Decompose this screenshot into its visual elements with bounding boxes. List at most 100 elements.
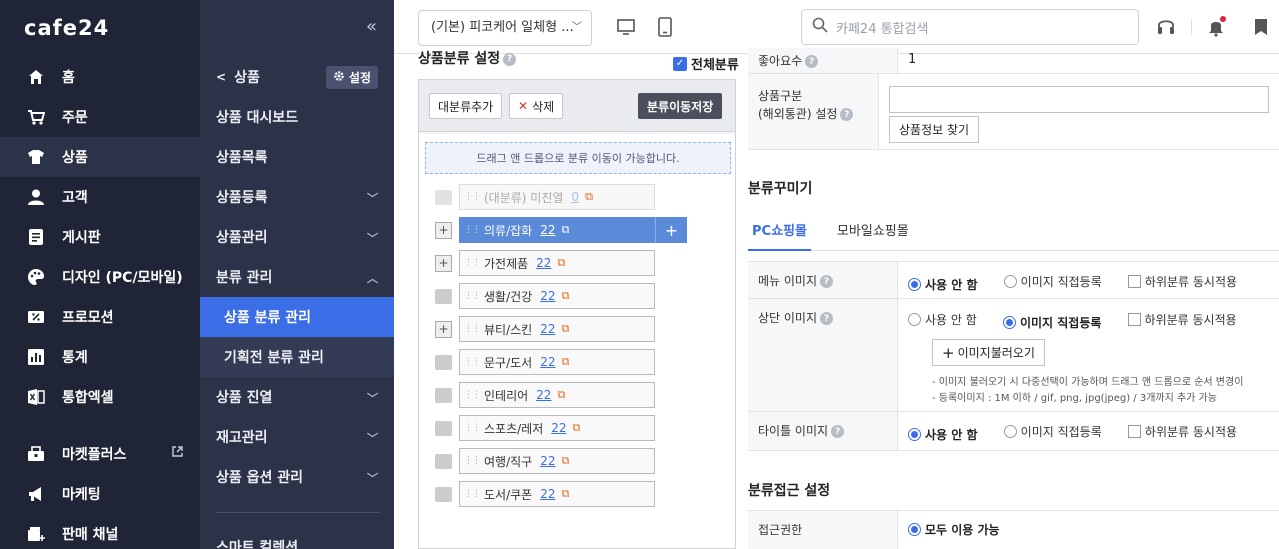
sub-nav-category[interactable]: 분류 관리 ︿: [200, 257, 394, 297]
expand-plus-icon[interactable]: +: [435, 254, 452, 272]
save-category-move-button[interactable]: 분류이동저장: [638, 93, 723, 119]
nav-marketing[interactable]: 마케팅: [0, 474, 200, 514]
sub-nav-register[interactable]: 상품등록 ﹀: [200, 177, 394, 217]
pc-monitor-icon[interactable]: [616, 17, 636, 41]
category-count-link[interactable]: 0: [571, 190, 579, 204]
drag-handle-icon[interactable]: ⋮⋮: [464, 456, 481, 466]
drag-handle-icon[interactable]: ⋮⋮: [464, 357, 481, 367]
category-count-link[interactable]: 22: [540, 454, 555, 468]
tab-mobile-shop[interactable]: 모바일쇼핑몰: [833, 210, 913, 251]
tree-node[interactable]: ⋮⋮ (대분류) 미진열 0 ⧉: [435, 184, 655, 210]
category-node[interactable]: ⋮⋮ 문구/도서 22 ⧉: [459, 349, 655, 375]
top-image-none-radio[interactable]: 사용 안 함: [908, 311, 977, 328]
category-node[interactable]: ⋮⋮ 스포츠/레저 22 ⧉: [459, 415, 655, 441]
help-icon[interactable]: ?: [820, 275, 834, 288]
mobile-phone-icon[interactable]: [656, 17, 674, 41]
nav-order[interactable]: 주문: [0, 97, 200, 137]
drag-handle-icon[interactable]: ⋮⋮: [464, 423, 481, 433]
search-input[interactable]: 카페24 통합검색: [836, 18, 928, 37]
category-count-link[interactable]: 22: [540, 355, 555, 369]
external-link-icon[interactable]: ⧉: [557, 256, 565, 270]
load-image-button[interactable]: + 이미지불러오기: [932, 339, 1045, 366]
sub-nav-product-category[interactable]: 상품 분류 관리: [200, 297, 394, 337]
expand-plus-icon[interactable]: +: [435, 221, 452, 239]
help-icon[interactable]: ?: [503, 52, 517, 66]
nav-excel[interactable]: 통합엑셀: [0, 377, 200, 417]
external-link-icon[interactable]: ⧉: [557, 388, 565, 402]
help-icon[interactable]: ?: [840, 108, 854, 121]
sub-nav-back[interactable]: < 상품 설정: [200, 57, 394, 97]
drag-handle-icon[interactable]: ⋮⋮: [464, 258, 481, 268]
title-image-direct-radio[interactable]: 이미지 직접등록: [1003, 423, 1102, 440]
title-image-none-radio[interactable]: 사용 안 함: [908, 426, 978, 443]
category-count-link[interactable]: 22: [536, 388, 551, 402]
nav-home[interactable]: 홈: [0, 57, 200, 97]
menu-image-sub-checkbox[interactable]: 하위분류 동시적용: [1127, 273, 1237, 290]
tab-pc-shop[interactable]: PC쇼핑몰: [748, 210, 811, 251]
external-link-icon[interactable]: ⧉: [562, 355, 570, 369]
sub-nav-stock[interactable]: 재고관리 ﹀: [200, 417, 394, 457]
tree-node[interactable]: ⋮⋮ 문구/도서 22 ⧉: [435, 349, 655, 375]
nav-board[interactable]: 게시판: [0, 217, 200, 257]
category-count-link[interactable]: 22: [536, 256, 551, 270]
drag-handle-icon[interactable]: ⋮⋮: [464, 225, 481, 235]
category-node[interactable]: ⋮⋮ 도서/쿠폰 22 ⧉: [459, 481, 655, 507]
drag-handle-icon[interactable]: ⋮⋮: [464, 489, 481, 499]
menu-image-none-radio[interactable]: 사용 안 함: [908, 276, 978, 293]
access-all-radio[interactable]: 모두 이용 가능: [908, 521, 1000, 538]
bookmark-icon[interactable]: [1253, 17, 1269, 41]
category-count-link[interactable]: 22: [540, 487, 555, 501]
shop-select[interactable]: (기본) 피코케어 일체형 ... ﹀: [418, 10, 592, 46]
category-count-link[interactable]: 22: [540, 223, 555, 237]
help-icon[interactable]: ?: [831, 425, 845, 438]
cafe24-logo[interactable]: cafe24: [24, 16, 109, 40]
add-top-category-button[interactable]: 대분류추가: [429, 93, 503, 119]
tree-node[interactable]: ⋮⋮ 도서/쿠폰 22 ⧉: [435, 481, 655, 507]
category-node[interactable]: ⋮⋮ 인테리어 22 ⧉: [459, 382, 655, 408]
drag-handle-icon[interactable]: ⋮⋮: [464, 390, 481, 400]
tree-node[interactable]: ⋮⋮ 인테리어 22 ⧉: [435, 382, 655, 408]
external-link-icon[interactable]: ⧉: [562, 223, 570, 237]
sub-nav-list[interactable]: 상품목록: [200, 137, 394, 177]
sub-nav-manage[interactable]: 상품관리 ﹀: [200, 217, 394, 257]
top-image-direct-radio[interactable]: 이미지 직접등록: [1002, 314, 1101, 331]
tree-node[interactable]: + ⋮⋮ 가전제품 22 ⧉: [435, 250, 655, 276]
external-link-icon[interactable]: ⧉: [562, 454, 570, 468]
external-link-icon[interactable]: ⧉: [585, 190, 593, 204]
tree-node[interactable]: ⋮⋮ 여행/직구 22 ⧉: [435, 448, 655, 474]
menu-image-direct-radio[interactable]: 이미지 직접등록: [1003, 273, 1102, 290]
title-image-sub-checkbox[interactable]: 하위분류 동시적용: [1127, 423, 1237, 440]
sub-nav-options[interactable]: 상품 옵션 관리 ﹀: [200, 457, 394, 497]
sub-nav-display[interactable]: 상품 진열 ﹀: [200, 377, 394, 417]
external-link-icon[interactable]: ⧉: [562, 289, 570, 303]
nav-stats[interactable]: 통계: [0, 337, 200, 377]
category-node[interactable]: ⋮⋮ 뷰티/스킨 22 ⧉: [459, 316, 655, 342]
category-node-selected[interactable]: ⋮⋮ 의류/잡화 22 ⧉: [459, 217, 655, 243]
add-sub-category-button[interactable]: +: [655, 217, 687, 243]
external-link-icon[interactable]: ⧉: [562, 487, 570, 501]
help-icon[interactable]: ?: [820, 312, 834, 325]
category-count-link[interactable]: 22: [540, 322, 555, 336]
tree-node[interactable]: + ⋮⋮ 의류/잡화 22 ⧉ +: [435, 217, 687, 243]
drag-handle-icon[interactable]: ⋮⋮: [464, 192, 481, 202]
category-count-link[interactable]: 22: [551, 421, 566, 435]
tree-node[interactable]: ⋮⋮ 생활/건강 22 ⧉: [435, 283, 655, 309]
nav-design[interactable]: 디자인 (PC/모바일): [0, 257, 200, 297]
external-link-icon[interactable]: ⧉: [573, 421, 581, 435]
top-image-sub-checkbox[interactable]: 하위분류 동시적용: [1127, 311, 1237, 328]
sub-nav-dashboard[interactable]: 상품 대시보드: [200, 97, 394, 137]
help-icon[interactable]: ?: [805, 55, 819, 68]
integrated-search[interactable]: 카페24 통합검색: [801, 9, 1139, 45]
expand-plus-icon[interactable]: +: [435, 320, 452, 338]
product-type-input[interactable]: [889, 86, 1269, 113]
sub-nav-smart-collection[interactable]: 스마트 컬렉션: [200, 527, 394, 549]
category-node[interactable]: ⋮⋮ (대분류) 미진열 0 ⧉: [459, 184, 655, 210]
headset-icon[interactable]: [1156, 17, 1176, 41]
nav-promotion[interactable]: 프로모션: [0, 297, 200, 337]
external-link-icon[interactable]: ⧉: [562, 322, 570, 336]
collapse-sidebar-icon[interactable]: «: [366, 16, 377, 37]
find-product-info-button[interactable]: 상품정보 찾기: [889, 116, 980, 143]
all-category-checkbox[interactable]: ✓ 전체분류: [673, 54, 739, 73]
delete-category-button[interactable]: ✕ 삭제: [509, 93, 564, 119]
nav-marketplus[interactable]: 마켓플러스: [0, 434, 200, 474]
